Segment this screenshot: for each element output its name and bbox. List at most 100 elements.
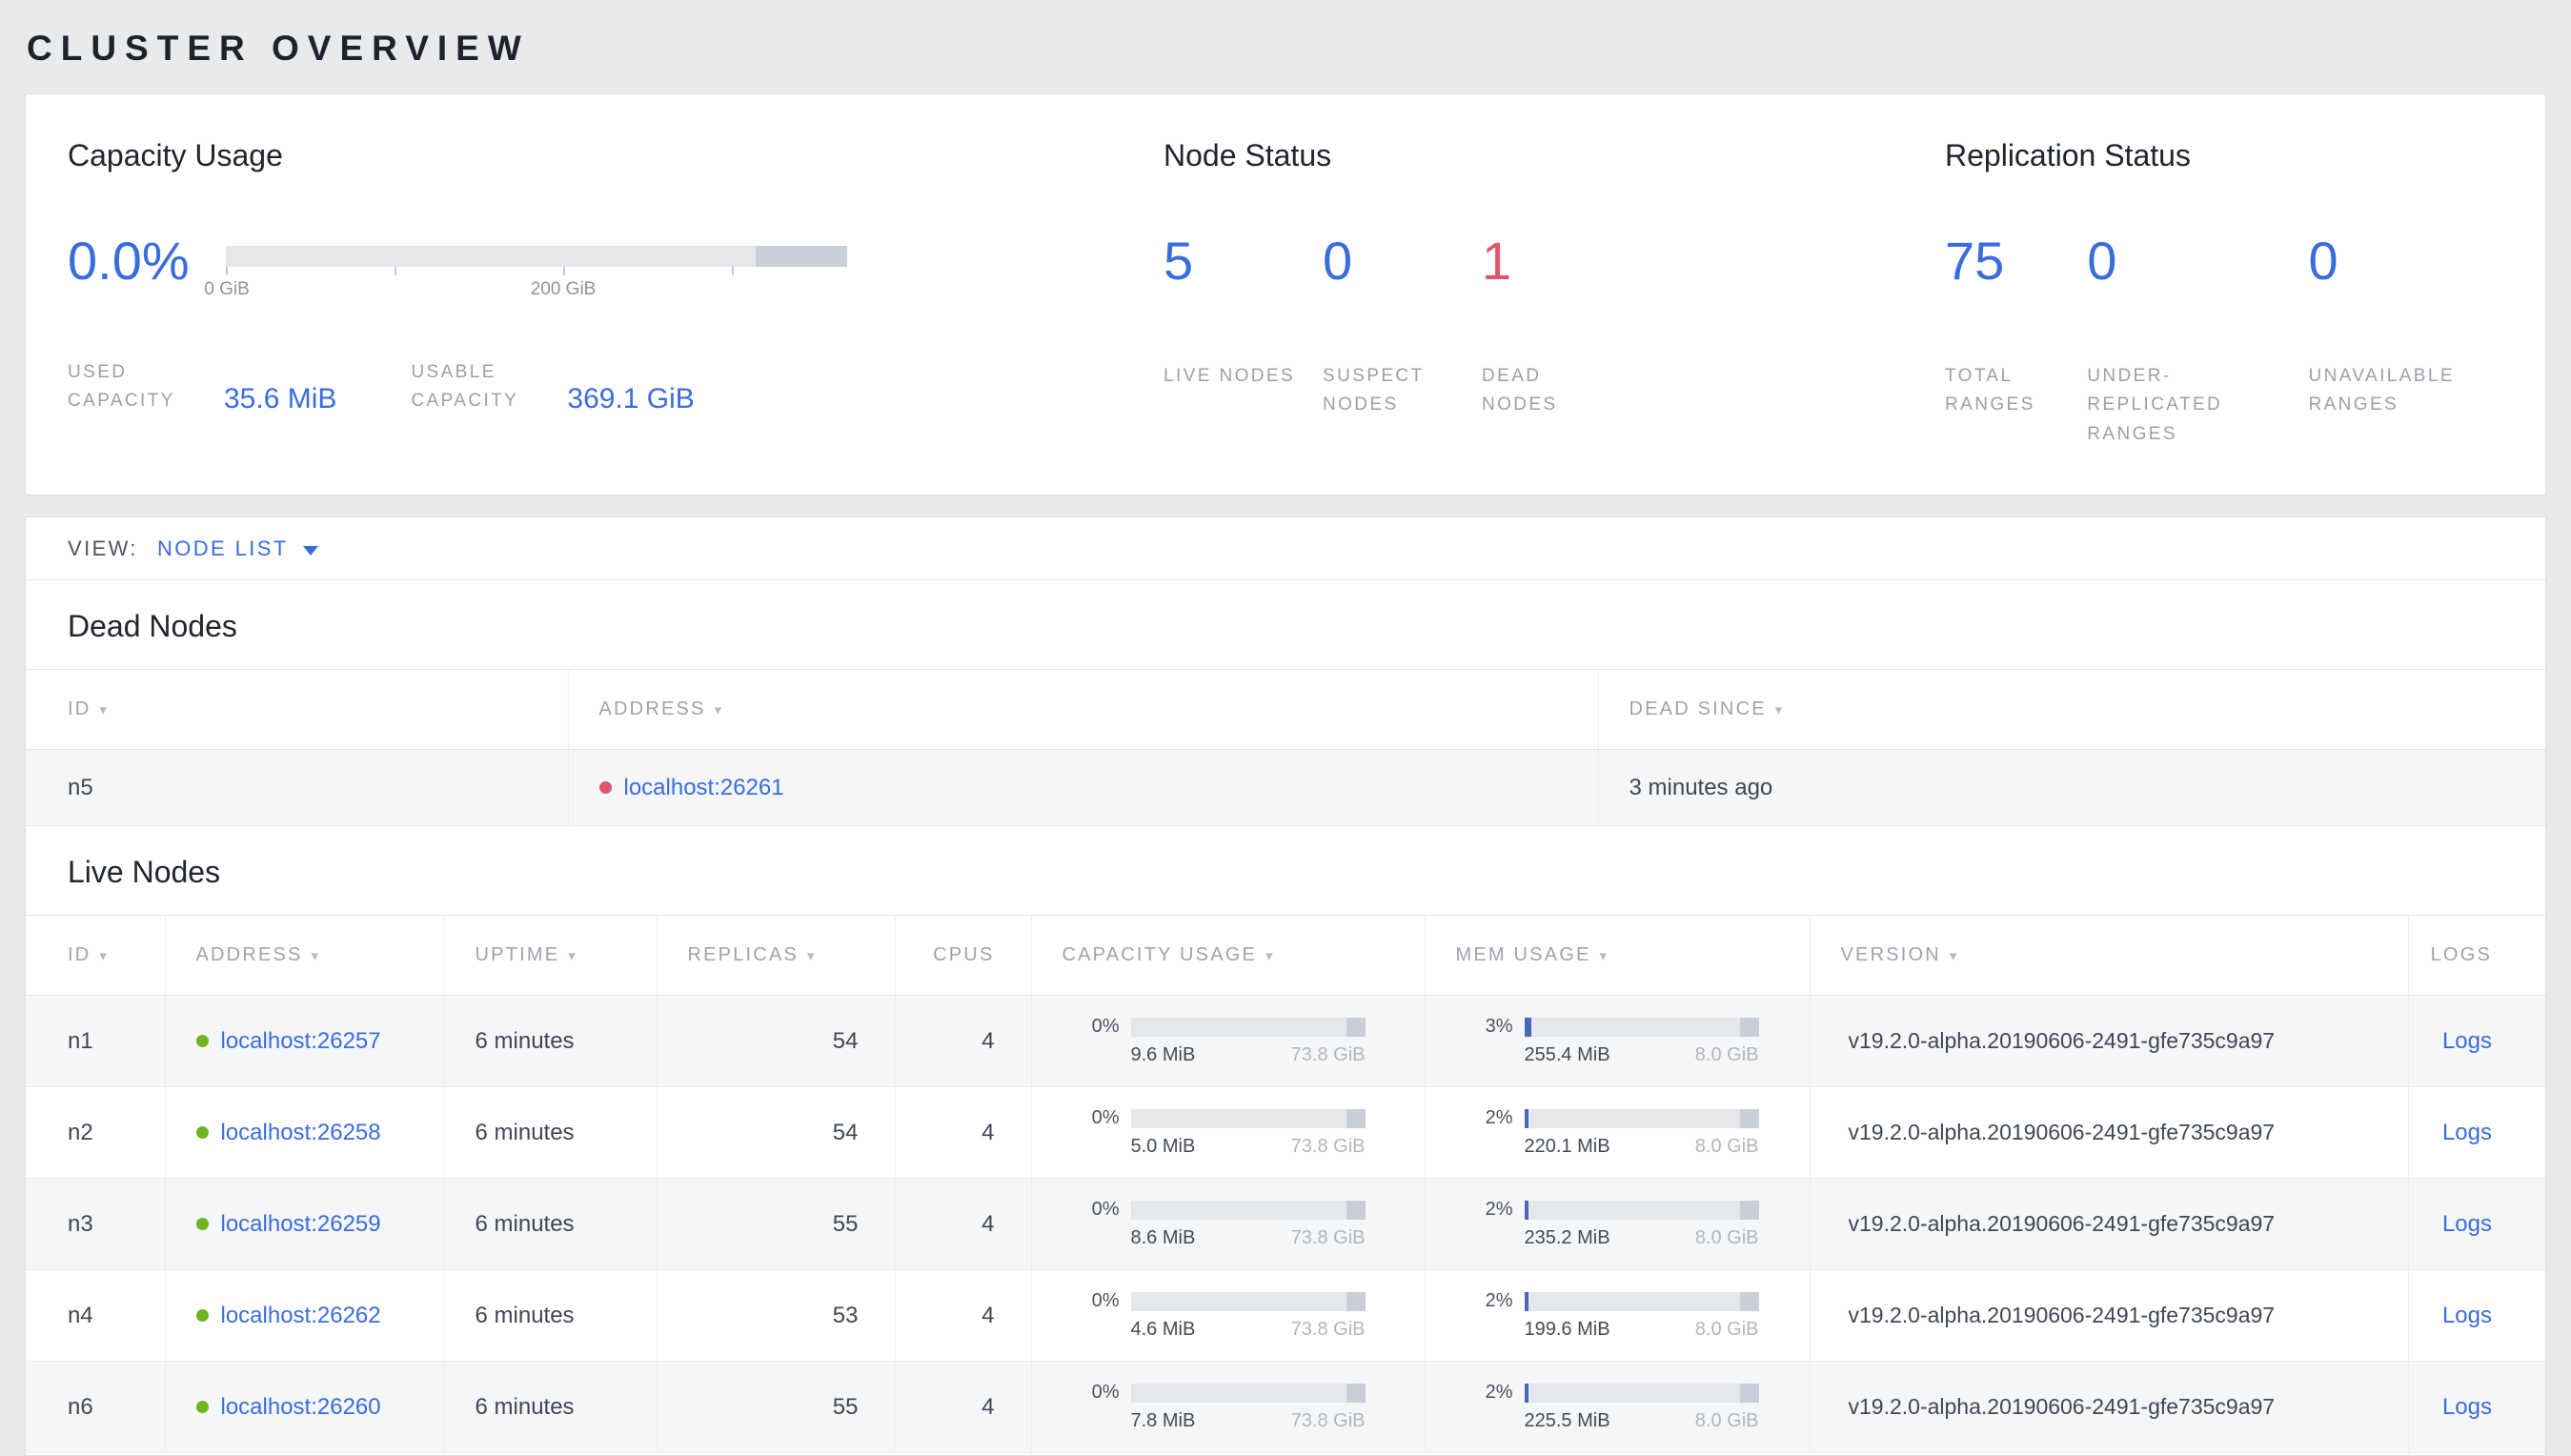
live-col-id[interactable]: ID ▾: [26, 915, 166, 997]
node-id: n6: [26, 1361, 166, 1454]
mem-percent: 2%: [1485, 1382, 1513, 1404]
mem-usage-bar: [1524, 1200, 1759, 1220]
mem-total-value: 8.0 GiB: [1694, 1044, 1759, 1066]
node-logs-cell: Logs: [2408, 995, 2545, 1088]
live-col-version[interactable]: VERSION ▾: [1810, 915, 2409, 997]
node-version: v19.2.0-alpha.20190606-2491-gfe735c9a97: [1810, 1086, 2409, 1180]
live-col-logs: LOGS: [2408, 915, 2545, 997]
dead-status-icon: [598, 780, 612, 794]
dead-col-address[interactable]: ADDRESS ▾: [568, 669, 1599, 751]
dead-col-id[interactable]: ID ▾: [26, 669, 569, 751]
logs-link[interactable]: Logs: [2442, 1120, 2492, 1145]
mem-used-value: 199.6 MiB: [1524, 1319, 1610, 1341]
live-col-address[interactable]: ADDRESS ▾: [165, 915, 445, 997]
node-capacity-usage-cell: 0% 9.6 MiB 73.8 GiB: [1031, 995, 1426, 1088]
used-capacity-value: 35.6 MiB: [224, 383, 337, 415]
node-replicas: 55: [657, 1178, 896, 1271]
capacity-usage-bar: [1130, 1291, 1366, 1311]
node-address-link[interactable]: localhost:26261: [624, 775, 784, 800]
unavailable-label: UNAVAILABLE RANGES: [2308, 366, 2455, 415]
capacity-total-value: 73.8 GiB: [1290, 1136, 1366, 1158]
node-status-section: Node Status 5 LIVE NODES 0 SUSPECT NODES…: [1164, 138, 1945, 449]
cluster-overview-page: CLUSTER OVERVIEW Capacity Usage 0.0% 0 G…: [0, 0, 2571, 1456]
capacity-percent: 0%: [1091, 1107, 1120, 1129]
node-address-link[interactable]: localhost:26258: [221, 1120, 381, 1145]
live-col-replicas[interactable]: REPLICAS ▾: [657, 915, 896, 997]
unavailable-count: 0: [2308, 231, 2338, 291]
node-uptime: 6 minutes: [444, 1361, 658, 1454]
logs-link[interactable]: Logs: [2442, 1394, 2492, 1420]
capacity-used-percent: 0.0%: [68, 231, 190, 291]
node-cpus: 4: [895, 1269, 1032, 1363]
capacity-total-value: 73.8 GiB: [1290, 1410, 1366, 1432]
bar-end-segment: [1346, 1108, 1366, 1128]
mem-total-value: 8.0 GiB: [1694, 1410, 1759, 1432]
live-nodes-table: ID ▾ ADDRESS ▾ UPTIME ▾ REPLICAS ▾ CPUS CAPA…: [26, 915, 2545, 1454]
view-dropdown[interactable]: NODE LIST: [157, 536, 318, 561]
axis-tick: [395, 267, 397, 275]
total-ranges-label: TOTAL RANGES: [1945, 366, 2035, 415]
logs-link[interactable]: Logs: [2442, 1028, 2492, 1054]
node-id: n1: [26, 995, 166, 1088]
under-replicated-count: 0: [2087, 231, 2117, 291]
live-col-mem-usage[interactable]: MEM USAGE ▾: [1425, 915, 1811, 997]
usable-capacity-detail: USABLE CAPACITY 369.1 GiB: [411, 358, 694, 416]
dead-col-dead-since[interactable]: DEAD SINCE ▾: [1598, 669, 2545, 751]
live-col-capacity-usage[interactable]: CAPACITY USAGE ▾: [1031, 915, 1426, 997]
live-col-cpus: CPUS: [895, 915, 1032, 997]
sort-arrow-icon: ▾: [1774, 702, 1783, 719]
bar-fill: [1524, 1017, 1531, 1037]
under-replicated-ranges-stat: 0 UNDER-REPLICATED RANGES: [2087, 234, 2308, 449]
node-capacity-usage-cell: 0% 7.8 MiB 73.8 GiB: [1031, 1361, 1426, 1454]
sort-arrow-icon: ▾: [1949, 948, 1957, 965]
usable-capacity-label: USABLE CAPACITY: [411, 362, 519, 412]
node-capacity-usage-cell: 0% 4.6 MiB 73.8 GiB: [1031, 1269, 1426, 1363]
live-node-row: n4 localhost:26262 6 minutes 53 4 0% 4.6…: [26, 1269, 2545, 1363]
node-logs-cell: Logs: [2408, 1269, 2545, 1363]
logs-link[interactable]: Logs: [2442, 1303, 2492, 1328]
node-replicas: 53: [657, 1269, 896, 1363]
node-address-cell: localhost:26260: [165, 1361, 445, 1454]
bar-end-segment: [1346, 1383, 1366, 1403]
node-address-link[interactable]: localhost:26262: [221, 1303, 381, 1328]
dead-nodes-section-title: Dead Nodes: [68, 609, 237, 644]
dead-nodes-count: 1: [1482, 231, 1512, 291]
live-nodes-stat: 5 LIVE NODES: [1164, 234, 1323, 420]
node-replicas: 55: [657, 1361, 896, 1454]
capacity-used-value: 8.6 MiB: [1130, 1227, 1196, 1249]
node-cpus: 4: [895, 1361, 1032, 1454]
suspect-nodes-stat: 0 SUSPECT NODES: [1323, 234, 1482, 420]
node-id: n2: [26, 1086, 166, 1180]
node-address-link[interactable]: localhost:26259: [221, 1211, 381, 1237]
mem-used-value: 255.4 MiB: [1524, 1044, 1610, 1066]
suspect-nodes-label: SUSPECT NODES: [1323, 366, 1425, 415]
axis-tick: [563, 267, 566, 275]
capacity-used-value: 7.8 MiB: [1130, 1410, 1196, 1432]
mem-usage-bar: [1524, 1383, 1759, 1403]
capacity-total-value: 73.8 GiB: [1290, 1227, 1366, 1249]
capacity-usage-bar: [1130, 1383, 1366, 1403]
mem-usage-bar: [1524, 1291, 1759, 1311]
dead-nodes-table: ID ▾ ADDRESS ▾ DEAD SINCE ▾ n5 localhost:26…: [26, 669, 2545, 827]
mem-used-value: 220.1 MiB: [1524, 1136, 1610, 1158]
unavailable-ranges-stat: 0 UNAVAILABLE RANGES: [2308, 234, 2503, 449]
node-logs-cell: Logs: [2408, 1178, 2545, 1271]
capacity-bar-track: [226, 246, 847, 267]
logs-link[interactable]: Logs: [2442, 1211, 2492, 1237]
node-list-panel: Dead Nodes ID ▾ ADDRESS ▾ DEAD SINCE ▾ n5 l…: [25, 579, 2546, 1456]
mem-used-value: 225.5 MiB: [1524, 1410, 1610, 1432]
live-nodes-header-row: ID ▾ ADDRESS ▾ UPTIME ▾ REPLICAS ▾ CPUS CAPA…: [26, 915, 2545, 997]
node-mem-usage-cell: 2% 199.6 MiB 8.0 GiB: [1425, 1269, 1811, 1363]
node-address-link[interactable]: localhost:26257: [221, 1028, 381, 1054]
live-col-uptime[interactable]: UPTIME ▾: [444, 915, 658, 997]
cluster-summary-card: Capacity Usage 0.0% 0 GiB 200 GiB USED C…: [25, 93, 2546, 496]
sort-arrow-icon: ▾: [99, 702, 107, 719]
live-status-icon: [195, 1400, 209, 1413]
capacity-used-value: 9.6 MiB: [1130, 1044, 1196, 1066]
node-uptime: 6 minutes: [444, 1269, 658, 1363]
node-cpus: 4: [895, 995, 1032, 1088]
node-address-link[interactable]: localhost:26260: [221, 1394, 381, 1420]
node-version: v19.2.0-alpha.20190606-2491-gfe735c9a97: [1810, 1361, 2409, 1454]
view-selector-bar: VIEW: NODE LIST: [25, 516, 2546, 580]
sort-arrow-icon: ▾: [99, 948, 107, 965]
